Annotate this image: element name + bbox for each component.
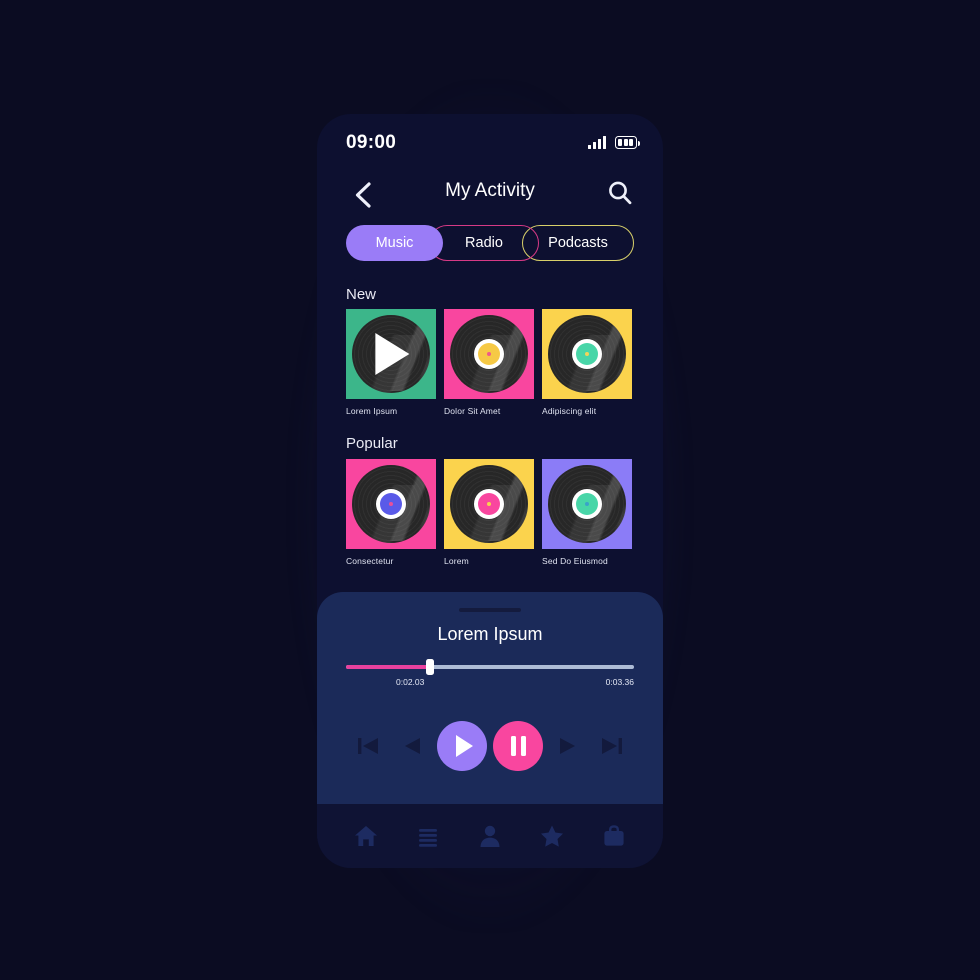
- player-panel: Lorem Ipsum 0:02.03 0:03.36: [317, 592, 663, 804]
- vinyl-label: [572, 339, 602, 369]
- album-card[interactable]: Adipiscing elit: [542, 309, 632, 416]
- nav-profile[interactable]: [470, 816, 510, 856]
- playback-controls: [317, 718, 663, 774]
- play-button[interactable]: [437, 721, 487, 771]
- category-tabs: Music Radio Podcasts: [346, 225, 634, 261]
- phone-screen: 09:00 My Activity Music Radio Podcasts N…: [317, 114, 663, 868]
- skip-previous-button[interactable]: [346, 724, 390, 768]
- album-art[interactable]: [444, 309, 534, 399]
- nav-list[interactable]: [408, 816, 448, 856]
- album-title: Sed Do Eiusmod: [542, 556, 608, 566]
- search-button[interactable]: [603, 176, 637, 210]
- album-card[interactable]: Lorem: [444, 459, 534, 566]
- album-grid-popular: Consectetur Lorem Sed Do Eiusmod: [346, 459, 632, 566]
- album-title: Lorem: [444, 556, 469, 566]
- album-title: Lorem Ipsum: [346, 406, 398, 416]
- star-icon: [541, 825, 563, 847]
- skip-previous-icon: [358, 738, 378, 754]
- current-time: 0:02.03: [396, 677, 425, 687]
- album-art[interactable]: [346, 459, 436, 549]
- album-grid-new: Lorem Ipsum Dolor Sit Amet Adipiscing el…: [346, 309, 632, 416]
- fast-forward-button[interactable]: [546, 724, 590, 768]
- rewind-button[interactable]: [390, 724, 434, 768]
- nav-bag[interactable]: [594, 816, 634, 856]
- rewind-icon: [405, 738, 420, 754]
- vinyl-label: [474, 489, 504, 519]
- status-bar: 09:00: [317, 114, 663, 174]
- album-card[interactable]: Consectetur: [346, 459, 436, 566]
- album-art[interactable]: [346, 309, 436, 399]
- album-title: Dolor Sit Amet: [444, 406, 501, 416]
- play-overlay-icon[interactable]: [375, 333, 410, 375]
- battery-icon: [615, 136, 640, 149]
- signal-bars-icon: [588, 135, 606, 149]
- album-art[interactable]: [542, 309, 632, 399]
- bottom-nav: [317, 804, 663, 868]
- section-title-new: New: [346, 286, 377, 303]
- tab-radio[interactable]: Radio: [429, 225, 539, 261]
- list-icon: [419, 829, 437, 847]
- pause-icon: [510, 736, 526, 756]
- now-playing-title: Lorem Ipsum: [437, 624, 543, 644]
- vinyl-label: [572, 489, 602, 519]
- play-icon: [456, 735, 473, 757]
- album-art[interactable]: [444, 459, 534, 549]
- progress-slider[interactable]: [346, 659, 634, 675]
- skip-next-button[interactable]: [590, 724, 634, 768]
- vinyl-label: [474, 339, 504, 369]
- status-clock: 09:00: [346, 132, 397, 153]
- progress-thumb[interactable]: [425, 659, 434, 675]
- pause-button[interactable]: [493, 721, 543, 771]
- tab-music[interactable]: Music: [346, 225, 443, 261]
- drag-handle[interactable]: [459, 608, 521, 612]
- album-title: Consectetur: [346, 556, 394, 566]
- nav-home[interactable]: [346, 816, 386, 856]
- time-row: 0:02.03 0:03.36: [346, 677, 634, 689]
- nav-favorites[interactable]: [532, 816, 572, 856]
- album-title: Adipiscing elit: [542, 406, 597, 416]
- progress-section: 0:02.03 0:03.36: [346, 659, 634, 689]
- album-card[interactable]: Sed Do Eiusmod: [542, 459, 632, 566]
- search-icon: [609, 181, 632, 205]
- briefcase-icon: [604, 825, 624, 846]
- progress-fill: [346, 665, 430, 669]
- header: My Activity: [317, 172, 663, 220]
- skip-next-icon: [602, 738, 622, 754]
- album-card[interactable]: Lorem Ipsum: [346, 309, 436, 416]
- person-icon: [480, 825, 500, 847]
- album-art[interactable]: [542, 459, 632, 549]
- home-icon: [355, 826, 377, 846]
- total-time: 0:03.36: [605, 677, 634, 687]
- fast-forward-icon: [560, 738, 575, 754]
- status-icon-group: [588, 135, 640, 149]
- album-card[interactable]: Dolor Sit Amet: [444, 309, 534, 416]
- screen-root: 09:00 My Activity Music Radio Podcasts N…: [0, 0, 980, 980]
- vinyl-label: [376, 489, 406, 519]
- section-title-popular: Popular: [346, 435, 398, 452]
